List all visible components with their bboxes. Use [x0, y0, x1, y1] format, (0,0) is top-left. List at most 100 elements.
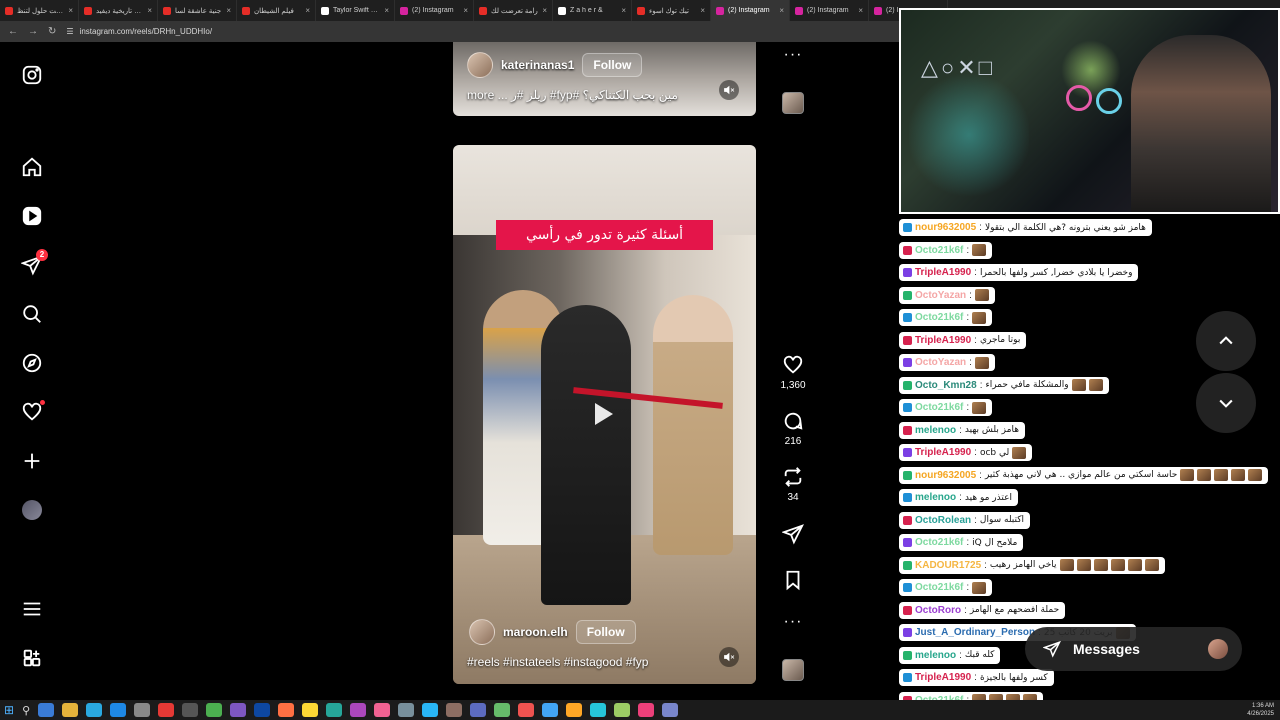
taskbar-app-icon[interactable] [398, 703, 415, 717]
taskbar-app-icon[interactable] [38, 703, 55, 717]
create-plus-icon[interactable] [20, 449, 44, 473]
taskbar-app-icon[interactable] [470, 703, 487, 717]
taskbar-app-icon[interactable] [614, 703, 631, 717]
author-username[interactable]: katerinanas1 [501, 58, 574, 72]
taskbar-app-icon[interactable] [518, 703, 535, 717]
comment-icon[interactable] [782, 410, 804, 432]
site-info-icon[interactable]: ☰ [66, 27, 73, 36]
author-avatar[interactable] [467, 52, 493, 78]
chat-username[interactable]: TripleA1990 [915, 672, 971, 683]
url-field[interactable]: ☰ instagram.com/reels/DRHn_UDDHIo/ [66, 27, 212, 36]
taskbar-app-icon[interactable] [110, 703, 127, 717]
play-icon[interactable] [595, 403, 613, 425]
mute-icon[interactable] [719, 647, 739, 667]
chat-username[interactable]: melenoo [915, 650, 956, 661]
more-dots-icon[interactable]: ··· [784, 47, 803, 63]
audio-thumbnail-image[interactable] [782, 92, 804, 114]
tab-close-icon[interactable]: × [779, 6, 784, 15]
taskbar-app-icon[interactable] [254, 703, 271, 717]
chat-username[interactable]: OctoRolean [915, 515, 971, 526]
system-clock[interactable]: 1:36 AM 4/26/2025 [1247, 702, 1274, 718]
previous-reel[interactable]: katerinanas1 Follow more ... ريلز #ر #fy… [453, 42, 756, 116]
also-from-meta-icon[interactable] [20, 646, 44, 670]
reels-icon[interactable] [20, 204, 44, 228]
taskbar-app-icon[interactable] [134, 703, 151, 717]
reel-caption[interactable]: more ... ريلز #ر #fyp# مين بحب الكتناكي؟ [467, 88, 678, 102]
notifications-heart-icon[interactable] [20, 400, 45, 424]
browser-tab[interactable]: (2) Instagram × [395, 0, 474, 21]
taskbar-app-icon[interactable] [350, 703, 367, 717]
tab-close-icon[interactable]: × [226, 6, 231, 15]
current-reel-video[interactable]: أسئلة كثيرة تدور في رأسي maroon.elh Foll… [453, 145, 756, 684]
search-icon[interactable] [20, 302, 44, 326]
chat-username[interactable]: TripleA1990 [915, 267, 971, 278]
more-menu-icon[interactable] [20, 597, 44, 621]
taskbar-app-icon[interactable] [566, 703, 583, 717]
tab-close-icon[interactable]: × [463, 6, 468, 15]
tab-close-icon[interactable]: × [384, 6, 389, 15]
chat-username[interactable]: TripleA1990 [915, 447, 971, 458]
chat-username[interactable]: Just_A_Ordinary_Person [915, 627, 1035, 638]
tab-close-icon[interactable]: × [858, 6, 863, 15]
previous-reel-button[interactable] [1196, 311, 1256, 371]
author-username[interactable]: maroon.elh [503, 625, 568, 639]
taskbar-app-icon[interactable] [494, 703, 511, 717]
taskbar-app-icon[interactable] [542, 703, 559, 717]
reload-icon[interactable]: ↻ [48, 26, 56, 37]
explore-icon[interactable] [20, 351, 44, 375]
taskbar-app-icon[interactable] [422, 703, 439, 717]
browser-tab[interactable]: حلقة تاريخية ديفيد × [79, 0, 158, 21]
heart-icon[interactable] [782, 354, 804, 376]
forward-icon[interactable]: → [28, 26, 38, 37]
profile-avatar[interactable] [20, 498, 44, 522]
save-button[interactable] [778, 569, 808, 591]
audio-thumbnail-image[interactable] [782, 659, 804, 681]
audio-thumbnail[interactable] [778, 659, 808, 681]
more-options-button[interactable]: ··· [778, 614, 808, 630]
browser-tab[interactable]: جربت حلول لتنظ × [0, 0, 79, 21]
taskbar-app-icon[interactable] [446, 703, 463, 717]
chat-username[interactable]: OctoYazan [915, 357, 966, 368]
taskbar-app-icon[interactable] [302, 703, 319, 717]
next-reel-button[interactable] [1196, 373, 1256, 433]
browser-tab[interactable]: Taylor Swift Edi × [316, 0, 395, 21]
chat-username[interactable]: Octo21k6f [915, 245, 963, 256]
reel-caption[interactable]: #reels #instateels #instagood #fyp [467, 655, 648, 669]
chat-username[interactable]: melenoo [915, 492, 956, 503]
messages-button[interactable]: Messages [1025, 627, 1242, 671]
windows-start-icon[interactable]: ⊞ [4, 703, 14, 717]
tab-close-icon[interactable]: × [305, 6, 310, 15]
home-icon[interactable] [20, 155, 44, 179]
tab-close-icon[interactable]: × [68, 6, 73, 15]
chat-username[interactable]: nour9632005 [915, 470, 976, 481]
mute-icon[interactable] [719, 80, 739, 100]
audio-thumbnail[interactable] [778, 92, 808, 114]
browser-tab[interactable]: (2) Instagram × [711, 0, 790, 21]
tab-close-icon[interactable]: × [147, 6, 152, 15]
share-button[interactable] [778, 523, 808, 545]
taskbar-app-icon[interactable] [662, 703, 679, 717]
taskbar-app-icon[interactable] [158, 703, 175, 717]
chat-username[interactable]: Octo21k6f [915, 402, 963, 413]
taskbar-app-icon[interactable] [638, 703, 655, 717]
instagram-logo-icon[interactable] [20, 63, 44, 87]
taskbar-app-icon[interactable] [590, 703, 607, 717]
repost-icon[interactable] [782, 466, 804, 488]
browser-tab[interactable]: جنية عاشقة لسا × [158, 0, 237, 21]
tab-close-icon[interactable]: × [621, 6, 626, 15]
taskbar-app-icon[interactable] [230, 703, 247, 717]
taskbar-app-icon[interactable] [374, 703, 391, 717]
browser-tab[interactable]: (2) Instagram × [790, 0, 869, 21]
search-icon[interactable]: ⚲ [22, 704, 30, 717]
browser-tab[interactable]: تيك توك اسوء × [632, 0, 711, 21]
follow-button[interactable]: Follow [582, 53, 643, 77]
taskbar-app-icon[interactable] [182, 703, 199, 717]
bookmark-icon[interactable] [782, 569, 804, 591]
browser-tab[interactable]: رامة تعرضت لك × [474, 0, 553, 21]
chat-username[interactable]: Octo21k6f [915, 537, 963, 548]
chat-username[interactable]: Octo21k6f [915, 312, 963, 323]
url-text[interactable]: instagram.com/reels/DRHn_UDDHIo/ [80, 27, 212, 36]
taskbar-app-icon[interactable] [62, 703, 79, 717]
chat-username[interactable]: nour9632005 [915, 222, 976, 233]
chat-username[interactable]: melenoo [915, 425, 956, 436]
